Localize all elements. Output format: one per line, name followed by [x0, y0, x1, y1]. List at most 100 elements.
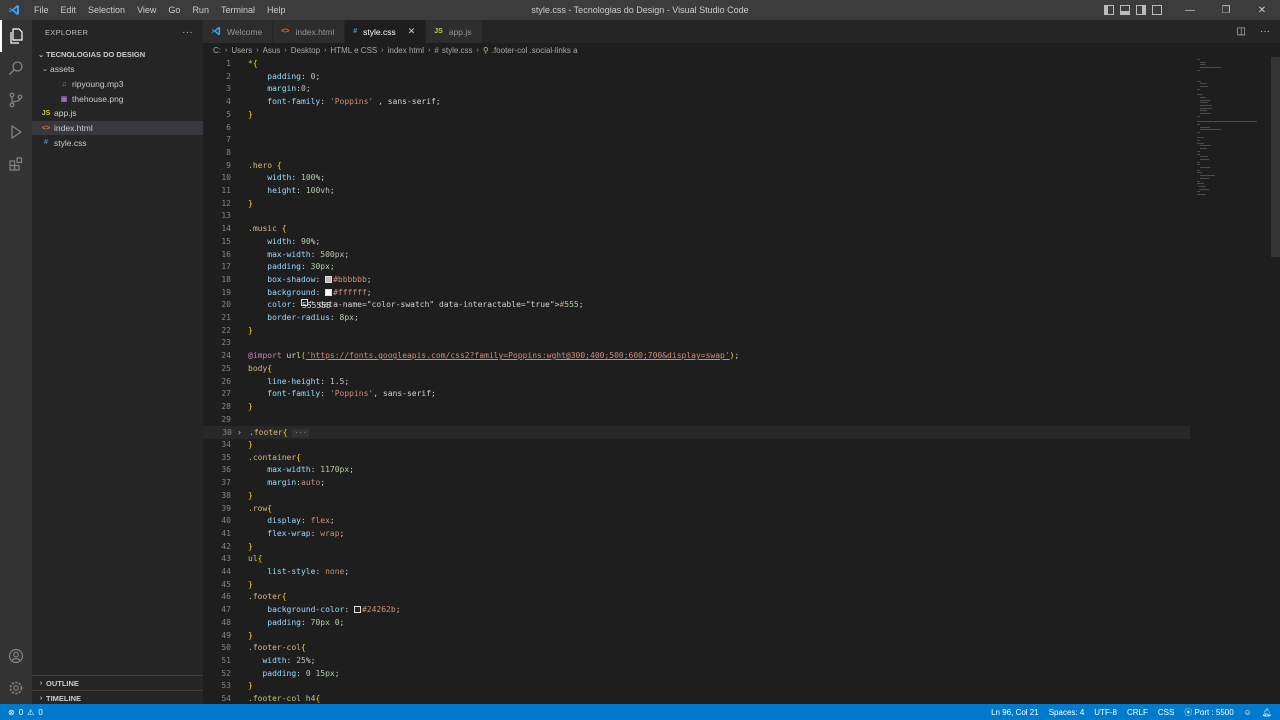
breadcrumb-item[interactable]: Users: [231, 46, 252, 55]
breadcrumb-item[interactable]: .footer-col .social-links a: [492, 46, 578, 55]
color-swatch[interactable]: [325, 275, 333, 283]
code-line[interactable]: 34}: [203, 439, 1203, 452]
code-line[interactable]: 15 width: 90%;: [203, 236, 1203, 249]
code-line[interactable]: 52 padding: 0 15px;: [203, 668, 1203, 681]
menu-file[interactable]: File: [28, 0, 55, 20]
color-swatch[interactable]: [325, 288, 333, 296]
code-line[interactable]: 4 font-family: 'Poppins' , sans-serif;: [203, 96, 1203, 109]
code-line[interactable]: 54 .footer-col h4{: [203, 693, 1203, 704]
run-debug-icon[interactable]: [0, 116, 32, 148]
tab-app-js[interactable]: JS app.js: [426, 20, 483, 43]
code-line[interactable]: 14 .music {: [203, 223, 1203, 236]
code-line[interactable]: 36 max-width: 1170px;: [203, 464, 1203, 477]
code-line[interactable]: 23: [203, 337, 1203, 350]
more-actions-icon[interactable]: ···: [182, 27, 193, 38]
tab-style-css[interactable]: # style.css ✕: [345, 20, 427, 43]
code-line[interactable]: 53}: [203, 680, 1203, 693]
notifications-bell-icon[interactable]: 🔔︎: [1262, 708, 1272, 717]
extensions-icon[interactable]: [0, 148, 32, 180]
code-line[interactable]: 35 .container{: [203, 452, 1203, 465]
language-mode[interactable]: CSS: [1158, 708, 1174, 717]
menu-help[interactable]: Help: [261, 0, 292, 20]
menu-view[interactable]: View: [131, 0, 162, 20]
code-line[interactable]: 11 height: 100vh;: [203, 185, 1203, 198]
code-line[interactable]: 39 .row{: [203, 503, 1203, 516]
code-line[interactable]: 27 font-family: 'Poppins', sans-serif;: [203, 388, 1203, 401]
code-line[interactable]: 2 padding: 0;: [203, 71, 1203, 84]
color-swatch[interactable]: [353, 606, 361, 614]
code-line[interactable]: 5}: [203, 109, 1203, 122]
code-line[interactable]: 45}: [203, 579, 1203, 592]
live-server-port[interactable]: ⦿ Port : 5500: [1184, 707, 1233, 718]
status-left[interactable]: ⊗ 0 ⚠ 0: [8, 704, 43, 720]
code-line[interactable]: 37 margin:auto;: [203, 477, 1203, 490]
feedback-icon[interactable]: ☺: [1244, 708, 1252, 717]
code-line[interactable]: 48 padding: 70px 0;: [203, 617, 1203, 630]
code-line[interactable]: 1 *{: [203, 58, 1203, 71]
breadcrumb-item[interactable]: index html: [388, 46, 424, 55]
code-line[interactable]: 38}: [203, 490, 1203, 503]
close-window-button[interactable]: ✕: [1244, 0, 1280, 20]
close-tab-icon[interactable]: ✕: [408, 26, 416, 37]
code-line[interactable]: 43 ul{: [203, 553, 1203, 566]
code-editor[interactable]: 1 *{2 padding: 0; 3 margin:0; 4 font-family…: [203, 57, 1280, 704]
outline-section[interactable]: › OUTLINE: [32, 675, 203, 690]
explorer-icon[interactable]: [0, 20, 32, 52]
code-line[interactable]: 47 background-color: #24262b;: [203, 604, 1203, 617]
tree-item-index-html[interactable]: <> index.html: [32, 120, 203, 136]
code-line[interactable]: 50 .footer-col{: [203, 642, 1203, 655]
menu-terminal[interactable]: Terminal: [215, 0, 261, 20]
scroll-thumb[interactable]: [1271, 57, 1280, 257]
code-line[interactable]: 7: [203, 134, 1203, 147]
code-line[interactable]: 25 body{: [203, 363, 1203, 376]
code-line[interactable]: 26 line-height: 1.5;: [203, 376, 1203, 389]
line-ending[interactable]: CRLF: [1127, 708, 1148, 717]
folded-region-indicator[interactable]: ···: [292, 429, 310, 438]
tree-item-style-css[interactable]: # style.css: [32, 135, 203, 150]
tree-item-assets[interactable]: ⌄ assets: [32, 62, 203, 77]
tab-welcome[interactable]: Welcome: [203, 20, 274, 43]
account-icon[interactable]: [0, 640, 32, 672]
breadcrumb-item[interactable]: HTML e CSS: [330, 46, 377, 55]
code-line[interactable]: 40 display: flex;: [203, 515, 1203, 528]
code-line[interactable]: 12}: [203, 198, 1203, 211]
menu-run[interactable]: Run: [186, 0, 215, 20]
code-line[interactable]: 18 box-shadow: #bbbbbb;: [203, 274, 1203, 287]
menu-selection[interactable]: Selection: [82, 0, 131, 20]
timeline-section[interactable]: › TIMELINE: [32, 690, 203, 705]
toggle-secondary-sidebar-icon[interactable]: [1136, 5, 1146, 15]
code-line[interactable]: 51 width: 25%;: [203, 655, 1203, 668]
menu-edit[interactable]: Edit: [55, 0, 83, 20]
code-line[interactable]: 42}: [203, 541, 1203, 554]
code-line[interactable]: 9 .hero {: [203, 160, 1203, 173]
breadcrumb-item[interactable]: C:: [213, 46, 221, 55]
toggle-panel-icon[interactable]: [1120, 5, 1130, 15]
code-line[interactable]: 16 max-width: 500px;: [203, 249, 1203, 262]
tree-item-app-js[interactable]: JS app.js: [32, 106, 203, 121]
code-line[interactable]: 44 list-style: none;: [203, 566, 1203, 579]
editor-scrollbar[interactable]: [1271, 57, 1280, 704]
toggle-sidebar-icon[interactable]: [1104, 5, 1114, 15]
breadcrumb-item[interactable]: Desktop: [291, 46, 320, 55]
code-line[interactable]: 20 color: 555555" data-name="color-swatc…: [203, 299, 1203, 312]
code-line[interactable]: 49}: [203, 630, 1203, 643]
tree-item-ripyoung-mp3[interactable]: ♫ ripyoung.mp3: [32, 77, 203, 92]
restore-button[interactable]: ❐: [1208, 0, 1244, 20]
code-line[interactable]: 21 border-radius: 8px;: [203, 312, 1203, 325]
cursor-position[interactable]: Ln 96, Col 21: [991, 708, 1039, 717]
code-line[interactable]: 13: [203, 210, 1203, 223]
workspace-root[interactable]: ⌄ TECNOLOGIAS DO DESIGN: [32, 47, 203, 62]
search-icon[interactable]: [0, 52, 32, 84]
split-editor-icon[interactable]: ◫: [1237, 26, 1246, 37]
customize-layout-icon[interactable]: [1152, 5, 1162, 15]
code-line[interactable]: 30 › .footer{ ···: [203, 426, 1190, 439]
indentation[interactable]: Spaces: 4: [1049, 708, 1085, 717]
code-line[interactable]: 6: [203, 122, 1203, 135]
more-editor-actions-icon[interactable]: ···: [1260, 26, 1270, 37]
code-line[interactable]: 8: [203, 147, 1203, 160]
minimize-button[interactable]: —: [1172, 0, 1208, 20]
encoding[interactable]: UTF-8: [1094, 708, 1117, 717]
code-line[interactable]: 46 .footer{: [203, 591, 1203, 604]
code-line[interactable]: 29: [203, 414, 1203, 427]
code-line[interactable]: 24 @import url('https://fonts.googleapis.…: [203, 350, 1203, 363]
